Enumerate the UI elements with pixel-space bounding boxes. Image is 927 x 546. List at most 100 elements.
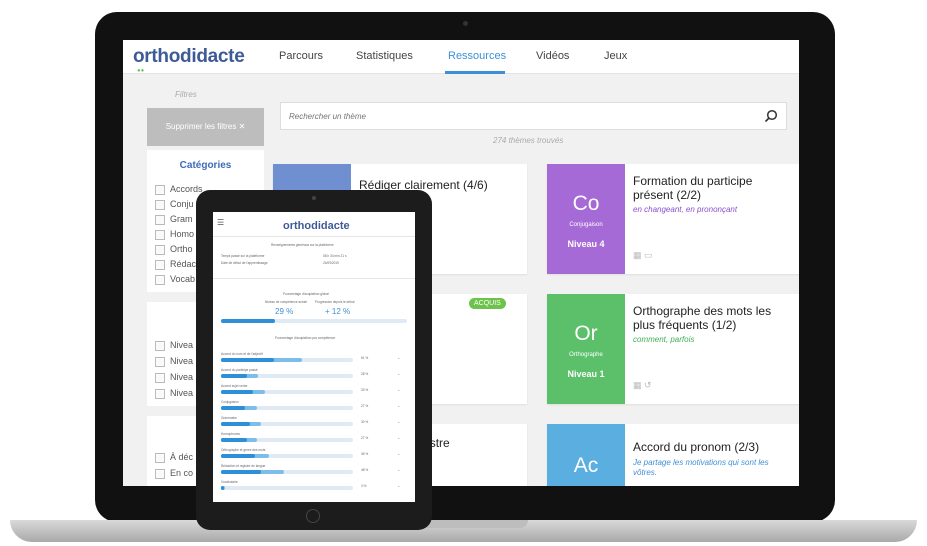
tile-category: Conjugaison [569, 222, 603, 228]
tablet-logo[interactable]: orthodidacte [283, 220, 350, 232]
level-checkbox[interactable]: Nivea [155, 372, 193, 383]
divider [213, 236, 415, 237]
refresh-icon[interactable]: ↺ [644, 380, 652, 390]
nav-parcours[interactable]: Parcours [279, 50, 323, 62]
menu-icon[interactable]: ☰ [217, 218, 224, 227]
checkbox-icon[interactable] [155, 340, 165, 351]
competence-fill [221, 486, 224, 490]
divider [213, 278, 415, 279]
competence-percent: 33 % [361, 388, 369, 392]
tablet-screen: ☰ orthodidacte Renseignements généraux s… [213, 212, 415, 502]
checkbox-icon[interactable] [155, 372, 165, 383]
clear-filters-button[interactable]: Supprimer les filtres ✕ [147, 108, 264, 146]
search-icon[interactable] [764, 109, 778, 123]
checkbox-icon[interactable] [155, 388, 165, 399]
category-checkbox[interactable]: Rédac [155, 259, 196, 270]
stat-value: + 12 % [325, 307, 351, 316]
competence-percent: 3 % [361, 484, 367, 488]
category-checkbox[interactable]: Homo [155, 229, 194, 240]
chevron-down-icon[interactable]: ⌄ [397, 403, 400, 408]
top-navigation: orthodidacte ●● Parcours Statistiques Re… [123, 40, 799, 74]
checkbox-icon[interactable] [155, 244, 165, 255]
tile-abbreviation: Ac [573, 454, 599, 477]
level-checkbox[interactable]: Nivea [155, 388, 193, 399]
competence-fill [221, 390, 253, 394]
competence-percent: 27 % [361, 404, 369, 408]
checkbox-icon[interactable] [155, 452, 165, 463]
chevron-down-icon[interactable]: ⌄ [397, 451, 400, 456]
resource-card[interactable]: Co Conjugaison Niveau 4 Formation du par… [547, 164, 799, 274]
competence-name: Homophones [221, 432, 240, 436]
category-checkbox[interactable]: Gram [155, 214, 193, 225]
nav-jeux[interactable]: Jeux [604, 50, 627, 62]
categories-title: Catégories [179, 160, 232, 171]
competence-percent: 36 % [361, 452, 369, 456]
tile-abbreviation: Or [574, 322, 598, 345]
competence-fill [221, 374, 247, 378]
logo[interactable]: orthodidacte [133, 46, 245, 68]
acquired-badge: ACQUIS [469, 298, 506, 309]
info-label: Temps passé sur la plateforme [221, 254, 265, 258]
competence-percent: 27 % [361, 436, 369, 440]
search-input[interactable] [289, 103, 749, 129]
competence-percent: 30 % [361, 420, 369, 424]
info-value: 24/09/2019 [323, 261, 339, 265]
competence-percent: 61 % [361, 356, 369, 360]
acquisition-checkbox[interactable]: À déc [155, 452, 193, 463]
checkbox-icon[interactable] [155, 199, 165, 210]
logo-accent: ●● [137, 68, 145, 74]
chevron-down-icon[interactable]: ⌄ [397, 483, 400, 488]
stat-label: Niveau de compétence actuel [265, 300, 307, 304]
stage: orthodidacte ●● Parcours Statistiques Re… [0, 0, 927, 546]
resource-card[interactable]: Or Orthographe Niveau 1 Orthographe des … [547, 294, 799, 404]
stat-value: 29 % [275, 307, 294, 316]
nav-ressources[interactable]: Ressources [448, 50, 506, 62]
card-title: Formation du participe présent (2/2) [633, 174, 753, 202]
checkbox-icon[interactable] [155, 274, 165, 285]
competence-fill [221, 438, 247, 442]
checkbox-icon[interactable] [155, 214, 165, 225]
competence-fill [221, 454, 255, 458]
checkbox-icon[interactable] [155, 356, 165, 367]
tile-level: Niveau 4 [567, 239, 605, 249]
chevron-down-icon[interactable]: ⌄ [397, 419, 400, 424]
search-bar[interactable] [280, 102, 787, 130]
level-checkbox[interactable]: Nivea [155, 340, 193, 351]
category-checkbox[interactable]: Accords [155, 184, 203, 195]
grid-icon[interactable]: ▦ [633, 380, 642, 390]
checkbox-icon[interactable] [155, 468, 165, 479]
competence-name: Grammaire [221, 416, 237, 420]
competence-name: Rédaction et registre de langue [221, 464, 266, 468]
chevron-down-icon[interactable]: ⌄ [397, 355, 400, 360]
tile-level: Niveau 1 [567, 369, 605, 379]
competence-name: Conjugaison [221, 400, 239, 404]
card-title: Accord du pronom (2/3) [633, 440, 760, 454]
chevron-down-icon[interactable]: ⌄ [397, 467, 400, 472]
chevron-down-icon[interactable]: ⌄ [397, 387, 400, 392]
competence-name: Accord sujet verbe [221, 384, 248, 388]
card-subtitle: en changeant, en prononçant [633, 205, 738, 214]
chevron-down-icon[interactable]: ⌄ [397, 435, 400, 440]
category-checkbox[interactable]: Ortho [155, 244, 193, 255]
global-progress-fill [221, 319, 275, 323]
resource-card[interactable]: Ac Accord du pronom (2/3) Je partage les… [547, 424, 799, 486]
chevron-down-icon[interactable]: ⌄ [397, 371, 400, 376]
tile-category: Orthographe [569, 352, 603, 358]
checkbox-icon[interactable] [155, 184, 165, 195]
acquisition-checkbox[interactable]: En co [155, 468, 193, 479]
competence-fill [221, 422, 250, 426]
stat-label: Progression depuis le début [315, 300, 355, 304]
list-icon[interactable]: ▭ [644, 250, 653, 260]
section-title: Pourcentage d'acquisition par compétence [275, 336, 336, 340]
competence-percent: 28 % [361, 372, 369, 376]
checkbox-icon[interactable] [155, 259, 165, 270]
level-checkbox[interactable]: Nivea [155, 356, 193, 367]
category-checkbox[interactable]: Vocab [155, 274, 195, 285]
category-checkbox[interactable]: Conju [155, 199, 194, 210]
results-count: 274 thèmes trouvés [493, 136, 564, 145]
nav-statistiques[interactable]: Statistiques [356, 50, 413, 62]
nav-videos[interactable]: Vidéos [536, 50, 569, 62]
grid-icon[interactable]: ▦ [633, 250, 642, 260]
active-tab-indicator [445, 71, 505, 74]
checkbox-icon[interactable] [155, 229, 165, 240]
